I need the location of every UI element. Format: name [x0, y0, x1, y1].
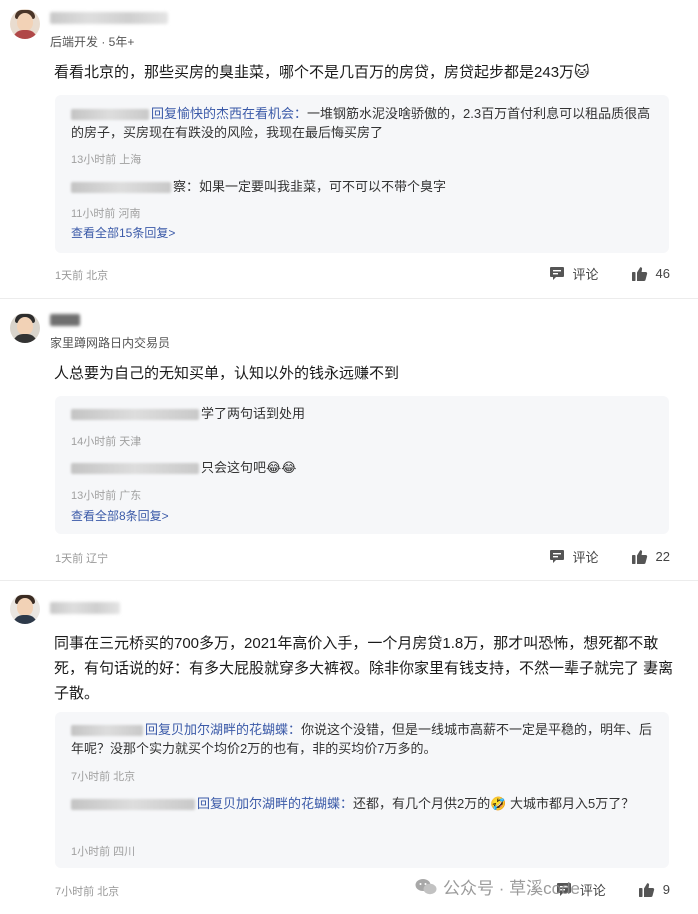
reply-item: 学了两句话到处用 — [71, 404, 655, 423]
wechat-icon — [415, 878, 437, 894]
reply-meta: 13小时前 上海 — [71, 154, 142, 166]
watermark: 公众号 · 草溪code — [415, 874, 580, 899]
reply-meta: 13小时前 广东 — [71, 490, 142, 502]
comment-text: 人总要为自己的无知买单，认知以外的钱永远赚不到 — [54, 365, 400, 382]
like-count: 9 — [662, 882, 670, 897]
avatar[interactable] — [10, 594, 40, 624]
like-count: 46 — [655, 266, 670, 281]
reply-item: 回复贝加尔湖畔的花蝴蝶：你说这个没错，但是一线城市高薪不一定是平稳的，明年、后年… — [71, 720, 655, 758]
reply-text: 学了两句话到处用 — [201, 406, 306, 421]
thumbs-up-icon — [638, 882, 654, 897]
username-redacted[interactable] — [50, 602, 120, 614]
username-redacted[interactable] — [50, 314, 80, 326]
reply-username-redacted[interactable] — [71, 463, 199, 475]
comment-label: 评论 — [572, 550, 599, 565]
comment-time-location: 7小时前 北京 — [55, 886, 120, 898]
divider — [0, 298, 698, 299]
reply-target-link[interactable]: 回复贝加尔湖畔的花蝴蝶： — [197, 796, 353, 811]
username-redacted[interactable] — [50, 12, 168, 24]
view-all-replies-link[interactable]: 查看全部15条回复> — [71, 224, 175, 241]
avatar[interactable] — [10, 9, 40, 39]
like-button[interactable]: 9 — [638, 882, 670, 898]
reply-box: 学了两句话到处用 14小时前 天津 只会这句吧😂😂 13小时前 广东 查看全部8… — [55, 396, 669, 534]
reply-username-redacted[interactable] — [71, 109, 149, 121]
like-button[interactable]: 46 — [631, 266, 670, 282]
reply-username-redacted[interactable] — [71, 182, 171, 194]
user-title: 后端开发 · 5年+ — [50, 35, 135, 49]
reply-text: 只会这句吧😂😂 — [201, 460, 297, 475]
like-button[interactable]: 22 — [631, 549, 670, 565]
reply-box: 回复愉快的杰西在看机会：一堆钢筋水泥没啥骄傲的，2.3百万首付利息可以租品质很高… — [55, 95, 669, 253]
reply-item: 回复愉快的杰西在看机会：一堆钢筋水泥没啥骄傲的，2.3百万首付利息可以租品质很高… — [71, 104, 655, 142]
reply-item: 回复贝加尔湖畔的花蝴蝶：还都，有几个月供2万的🤣 大城市都月入5万了？ — [71, 794, 655, 813]
reply-box: 回复贝加尔湖畔的花蝴蝶：你说这个没错，但是一线城市高薪不一定是平稳的，明年、后年… — [55, 712, 669, 868]
reply-item: 只会这句吧😂😂 — [71, 458, 655, 477]
comment-actions: 评论 22 — [549, 547, 670, 566]
reply-target-link[interactable]: 回复愉快的杰西在看机会： — [151, 106, 307, 121]
comment-time-location: 1天前 北京 — [55, 270, 109, 282]
avatar[interactable] — [10, 313, 40, 343]
reply-meta: 11小时前 河南 — [71, 208, 141, 220]
thumbs-up-icon — [631, 549, 647, 564]
reply-text: 还都，有几个月供2万的🤣 大城市都月入5万了？ — [353, 796, 635, 811]
reply-username-redacted[interactable] — [71, 799, 195, 811]
comment-time-location: 1天前 辽宁 — [55, 553, 109, 565]
reply-username-redacted[interactable] — [71, 409, 199, 421]
divider — [0, 580, 698, 581]
comment-button[interactable]: 评论 — [549, 547, 599, 566]
thumbs-up-icon — [631, 266, 647, 281]
view-all-replies-link[interactable]: 查看全部8条回复> — [71, 507, 169, 524]
reply-username-redacted[interactable] — [71, 725, 143, 737]
comment-icon — [549, 267, 564, 280]
reply-meta: 14小时前 天津 — [71, 436, 142, 448]
comment-actions: 评论 46 — [549, 264, 670, 283]
reply-meta: 7小时前 北京 — [71, 771, 136, 783]
reply-target-link[interactable]: 回复贝加尔湖畔的花蝴蝶： — [145, 722, 301, 737]
like-count: 22 — [655, 549, 670, 564]
reply-item: 察：如果一定要叫我韭菜，可不可以不带个臭字 — [71, 177, 655, 196]
comment-label: 评论 — [572, 267, 599, 282]
comment-text: 同事在三元桥买的700多万，2021年高价入手，一个月房贷1.8万，那才叫恐怖，… — [54, 635, 674, 702]
user-title: 家里蹲网路日内交易员 — [50, 336, 171, 350]
comment-label: 评论 — [579, 883, 606, 898]
comment-icon — [549, 550, 564, 563]
reply-text: 察：如果一定要叫我韭菜，可不可以不带个臭字 — [173, 179, 447, 194]
comment-button[interactable]: 评论 — [549, 264, 599, 283]
watermark-text: 公众号 · 草溪code — [443, 879, 580, 898]
comment-text: 看看北京的，那些买房的臭韭菜，哪个不是几百万的房贷，房贷起步都是243万🐱 — [54, 64, 590, 81]
reply-meta: 1小时前 四川 — [71, 846, 136, 858]
